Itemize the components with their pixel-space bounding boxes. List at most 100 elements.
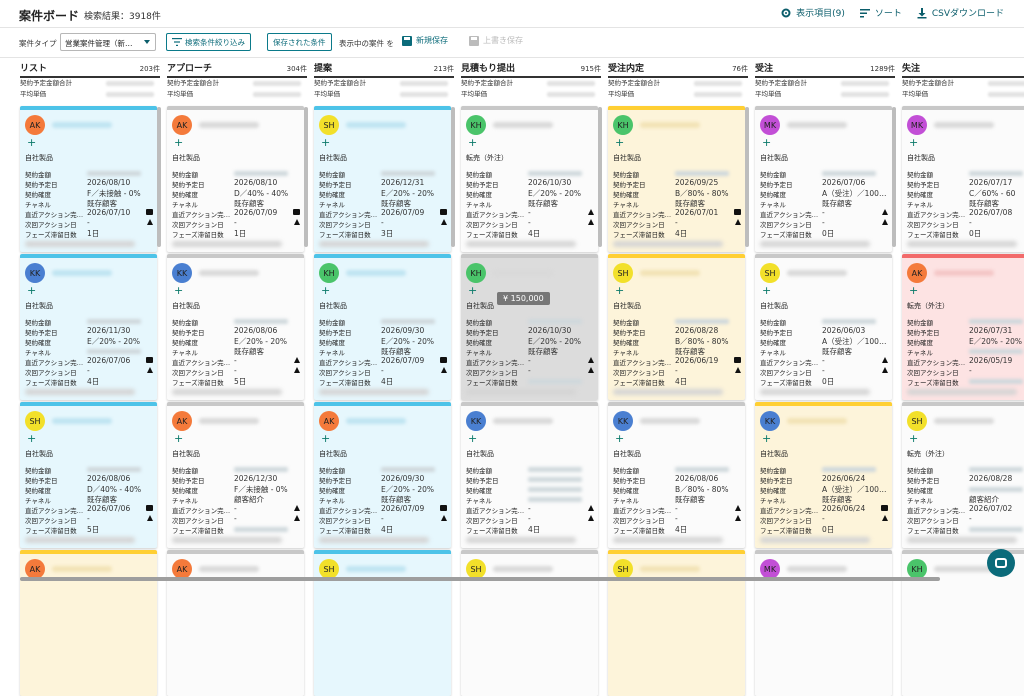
avatar[interactable]: SH (25, 411, 45, 431)
deal-card[interactable]: AK + 自社製品 契約金額 契約予定日 2026/08/10 契約確度 D／40% - 40… (167, 106, 304, 252)
add-icon[interactable]: + (27, 433, 36, 444)
card-title[interactable] (640, 418, 700, 424)
avatar[interactable]: KK (760, 411, 780, 431)
columns-button[interactable]: 表示項目(9) (780, 6, 845, 19)
deal-card[interactable]: KH + 自社製品 契約金額 契約予定日 2026/09/30 契約確度 E／20% - 20… (314, 254, 451, 400)
card-title[interactable] (346, 122, 406, 128)
deal-card[interactable]: SH (314, 550, 451, 696)
card-title[interactable] (346, 270, 406, 276)
card-title[interactable] (493, 418, 553, 424)
card-title[interactable] (199, 418, 259, 424)
add-icon[interactable]: + (321, 137, 330, 148)
add-icon[interactable]: + (762, 285, 771, 296)
avatar[interactable]: KH (319, 263, 339, 283)
deal-card[interactable]: MK + 自社製品 契約金額 契約予定日 2026/07/17 契約確度 C／60% - 60… (902, 106, 1024, 252)
add-icon[interactable]: + (909, 285, 918, 296)
avatar[interactable]: SH (613, 559, 633, 579)
avatar[interactable]: SH (319, 115, 339, 135)
avatar[interactable]: AK (907, 263, 927, 283)
avatar[interactable]: AK (25, 559, 45, 579)
avatar[interactable]: MK (907, 115, 927, 135)
deal-card[interactable]: AK + 自社製品 契約金額 契約予定日 2026/09/30 契約確度 E／20% - 20… (314, 402, 451, 548)
deal-card[interactable]: SH + 自社製品 契約金額 契約予定日 2026/06/03 契約確度 A（受注）／100…… (755, 254, 892, 400)
avatar[interactable]: SH (466, 559, 486, 579)
deal-card[interactable]: AK + 自社製品 契約金額 契約予定日 2026/12/30 契約確度 F／未接触 - 0%… (167, 402, 304, 548)
horizontal-scrollbar[interactable] (20, 577, 940, 581)
card-title[interactable] (346, 566, 406, 572)
deal-card[interactable]: KK + 自社製品 契約金額 契約予定日 2026/08/06 契約確度 E／20% - 20… (167, 254, 304, 400)
add-icon[interactable]: + (615, 137, 624, 148)
deal-card[interactable]: MK + 自社製品 契約金額 契約予定日 2026/07/06 契約確度 A（受注）／100…… (755, 106, 892, 252)
avatar[interactable]: SH (319, 559, 339, 579)
add-icon[interactable]: + (468, 285, 477, 296)
add-icon[interactable]: + (27, 285, 36, 296)
card-title[interactable] (640, 270, 700, 276)
avatar[interactable]: KK (25, 263, 45, 283)
card-title[interactable] (934, 122, 994, 128)
overwrite-save-button[interactable]: 上書き保存 (469, 35, 523, 46)
avatar[interactable]: AK (172, 115, 192, 135)
deal-card[interactable]: KK + 自社製品 契約金額 契約予定日 2026/11/30 契約確度 E／20% - 20… (20, 254, 157, 400)
column-scrollbar[interactable] (892, 107, 896, 247)
avatar[interactable]: SH (613, 263, 633, 283)
card-title[interactable] (52, 418, 112, 424)
add-icon[interactable]: + (762, 433, 771, 444)
deal-card[interactable]: AK (20, 550, 157, 696)
add-icon[interactable]: + (174, 137, 183, 148)
add-icon[interactable]: + (27, 137, 36, 148)
deal-card[interactable]: MK (755, 550, 892, 696)
avatar[interactable]: KH (613, 115, 633, 135)
search-filter-button[interactable]: 検索条件絞り込み (166, 33, 251, 51)
add-icon[interactable]: + (468, 433, 477, 444)
avatar[interactable]: AK (25, 115, 45, 135)
avatar[interactable]: SH (760, 263, 780, 283)
card-title[interactable] (640, 566, 700, 572)
column-scrollbar[interactable] (451, 107, 455, 247)
avatar[interactable]: MK (760, 115, 780, 135)
chat-button[interactable] (987, 549, 1015, 577)
deal-card[interactable]: AK + 自社製品 契約金額 契約予定日 2026/08/10 契約確度 F／未接触 - 0%… (20, 106, 157, 252)
card-title[interactable] (52, 566, 112, 572)
add-icon[interactable]: + (321, 433, 330, 444)
avatar[interactable]: MK (760, 559, 780, 579)
type-select[interactable]: 営業案件管理（新… (60, 33, 156, 51)
add-icon[interactable]: + (909, 433, 918, 444)
sort-button[interactable]: ソート (859, 6, 902, 19)
card-title[interactable] (787, 566, 847, 572)
card-title[interactable] (934, 418, 994, 424)
deal-card[interactable]: SH + 自社製品 契約金額 契約予定日 2026/08/28 契約確度 B／80% - 80… (608, 254, 745, 400)
avatar[interactable]: AK (172, 559, 192, 579)
column-scrollbar[interactable] (304, 107, 308, 247)
card-title[interactable] (493, 270, 553, 276)
card-title[interactable] (199, 566, 259, 572)
deal-card[interactable]: SH + 転売（外注） 契約金額 契約予定日 2026/08/28 契約確度 チャネル 顧客紹介… (902, 402, 1024, 548)
column-scrollbar[interactable] (157, 107, 161, 247)
card-title[interactable] (787, 270, 847, 276)
card-title[interactable] (934, 566, 994, 572)
avatar[interactable]: KK (613, 411, 633, 431)
card-title[interactable] (52, 270, 112, 276)
card-title[interactable] (493, 122, 553, 128)
saved-conditions-button[interactable]: 保存された条件 (267, 33, 332, 51)
new-save-button[interactable]: 新規保存 (402, 35, 448, 46)
card-title[interactable] (199, 122, 259, 128)
avatar[interactable]: AK (172, 411, 192, 431)
add-icon[interactable]: + (615, 285, 624, 296)
card-title[interactable] (493, 566, 553, 572)
deal-card[interactable]: SH + 自社製品 契約金額 契約予定日 2026/08/06 契約確度 D／40% - 40… (20, 402, 157, 548)
add-icon[interactable]: + (468, 137, 477, 148)
card-title[interactable] (346, 418, 406, 424)
avatar[interactable]: SH (907, 411, 927, 431)
column-scrollbar[interactable] (598, 107, 602, 247)
avatar[interactable]: AK (319, 411, 339, 431)
card-title[interactable] (640, 122, 700, 128)
avatar[interactable]: KK (466, 411, 486, 431)
card-title[interactable] (787, 418, 847, 424)
add-icon[interactable]: + (762, 137, 771, 148)
add-icon[interactable]: + (615, 433, 624, 444)
deal-card[interactable]: SH (461, 550, 598, 696)
column-scrollbar[interactable] (745, 107, 749, 247)
deal-card[interactable]: KH + 自社製品 契約金額 契約予定日 2026/09/25 契約確度 B／80% - 80… (608, 106, 745, 252)
csv-download-button[interactable]: CSVダウンロード (916, 6, 1004, 19)
deal-card[interactable]: KK + 自社製品 契約金額 契約予定日 2026/06/24 契約確度 A（受注）／100…… (755, 402, 892, 548)
